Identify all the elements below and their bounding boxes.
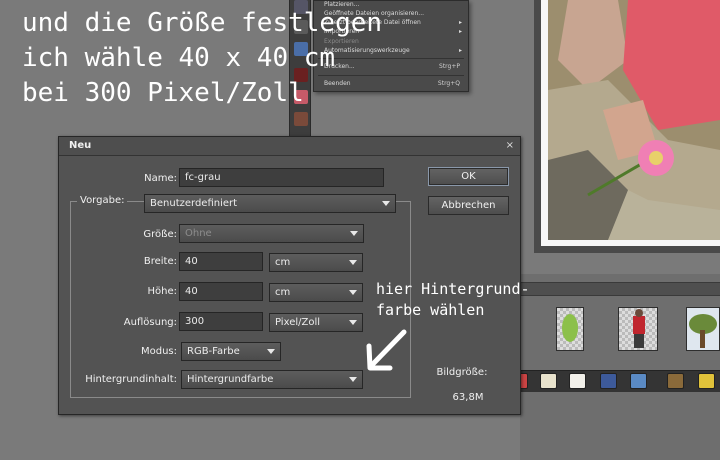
dialog-titlebar[interactable]: Neu × — [59, 137, 520, 156]
height-input[interactable]: 40 — [179, 282, 263, 301]
name-label: Name: — [144, 173, 177, 184]
background-select[interactable]: Hintergrundfarbe — [181, 370, 363, 389]
cancel-button[interactable]: Abbrechen — [428, 196, 509, 215]
thumbnail-figure[interactable] — [618, 307, 658, 351]
thumbnail-figure-image — [633, 309, 645, 348]
height-label: Höhe: — [147, 286, 178, 297]
brush-icon[interactable] — [294, 112, 308, 126]
project-bin — [520, 274, 720, 460]
hint-arrow-icon — [366, 329, 407, 371]
preset-value: Benutzerdefiniert — [150, 198, 238, 209]
resolution-unit-select[interactable]: Pixel/Zoll — [269, 313, 363, 332]
submenu-arrow-icon: ▸ — [458, 47, 462, 54]
thumbnail-plant-image — [562, 314, 578, 342]
width-label: Breite: — [143, 256, 177, 267]
caption-line-1: und die Größe festlegen — [22, 8, 383, 38]
name-input[interactable]: fc-grau — [179, 168, 384, 187]
chevron-down-icon — [349, 290, 357, 295]
thumbnail-tree[interactable] — [686, 307, 720, 351]
preset-label: Vorgabe: — [77, 195, 128, 206]
chevron-down-icon — [350, 231, 358, 236]
new-document-dialog: Neu × Name: fc-grau Vorgabe: Benutzerdef… — [58, 136, 521, 415]
tile-icon[interactable] — [667, 373, 684, 389]
shortcut-print: Strg+P — [439, 63, 460, 70]
hint-line-2: farbe wählen — [376, 301, 485, 319]
size-label: Größe: — [143, 229, 177, 240]
hint-line-1: hier Hintergrund- — [376, 280, 530, 298]
caption-line-2: ich wähle 40 x 40 cm — [22, 43, 336, 73]
thumbnail-tree-image — [687, 308, 719, 350]
ok-button[interactable]: OK — [428, 167, 509, 186]
background-label: Hintergrundinhalt: — [85, 374, 177, 385]
web-gallery-icon[interactable] — [600, 373, 617, 389]
resolution-label: Auflösung: — [123, 317, 177, 328]
mode-select[interactable]: RGB-Farbe — [181, 342, 281, 361]
height-unit-select[interactable]: cm — [269, 283, 363, 302]
thumbnail-plant[interactable] — [556, 307, 584, 351]
hint-text: hier Hintergrund-farbe wählen — [376, 279, 530, 321]
mode-label: Modus: — [140, 346, 177, 357]
chevron-down-icon — [349, 320, 357, 325]
size-select: Ohne — [179, 224, 364, 243]
image-size-value: 63,8M — [452, 392, 484, 403]
cd-icon[interactable] — [698, 373, 715, 389]
caption-text: und die Größe festlegen ich wähle 40 x 40… — [22, 6, 382, 111]
project-bin-toolbar — [520, 282, 720, 296]
close-icon[interactable]: × — [506, 140, 514, 151]
resolution-unit-value: Pixel/Zoll — [275, 317, 321, 328]
width-input[interactable]: 40 — [179, 252, 263, 271]
photo-canvas[interactable] — [548, 0, 720, 240]
background-value: Hintergrundfarbe — [187, 374, 274, 385]
resolution-input[interactable]: 300 — [179, 312, 263, 331]
calendar-icon[interactable] — [540, 373, 557, 389]
submenu-arrow-icon: ▸ — [458, 28, 462, 35]
submenu-arrow-icon: ▸ — [458, 19, 462, 26]
width-unit-select[interactable]: cm — [269, 253, 363, 272]
chevron-down-icon — [349, 260, 357, 265]
chevron-down-icon — [267, 349, 275, 354]
shortcut-exit: Strg+Q — [437, 80, 460, 87]
dialog-title: Neu — [69, 140, 92, 151]
mode-value: RGB-Farbe — [187, 346, 240, 357]
document-icon[interactable] — [569, 373, 586, 389]
preset-select[interactable]: Benutzerdefiniert — [144, 194, 396, 213]
chevron-down-icon — [382, 201, 390, 206]
height-unit-value: cm — [275, 287, 291, 298]
photo-image — [548, 0, 720, 240]
caption-line-3: bei 300 Pixel/Zoll — [22, 78, 304, 108]
size-value: Ohne — [185, 228, 212, 239]
width-unit-value: cm — [275, 257, 291, 268]
chevron-down-icon — [349, 377, 357, 382]
image-size-label: Bildgröße: — [436, 367, 488, 378]
photo-icon[interactable] — [630, 373, 647, 389]
